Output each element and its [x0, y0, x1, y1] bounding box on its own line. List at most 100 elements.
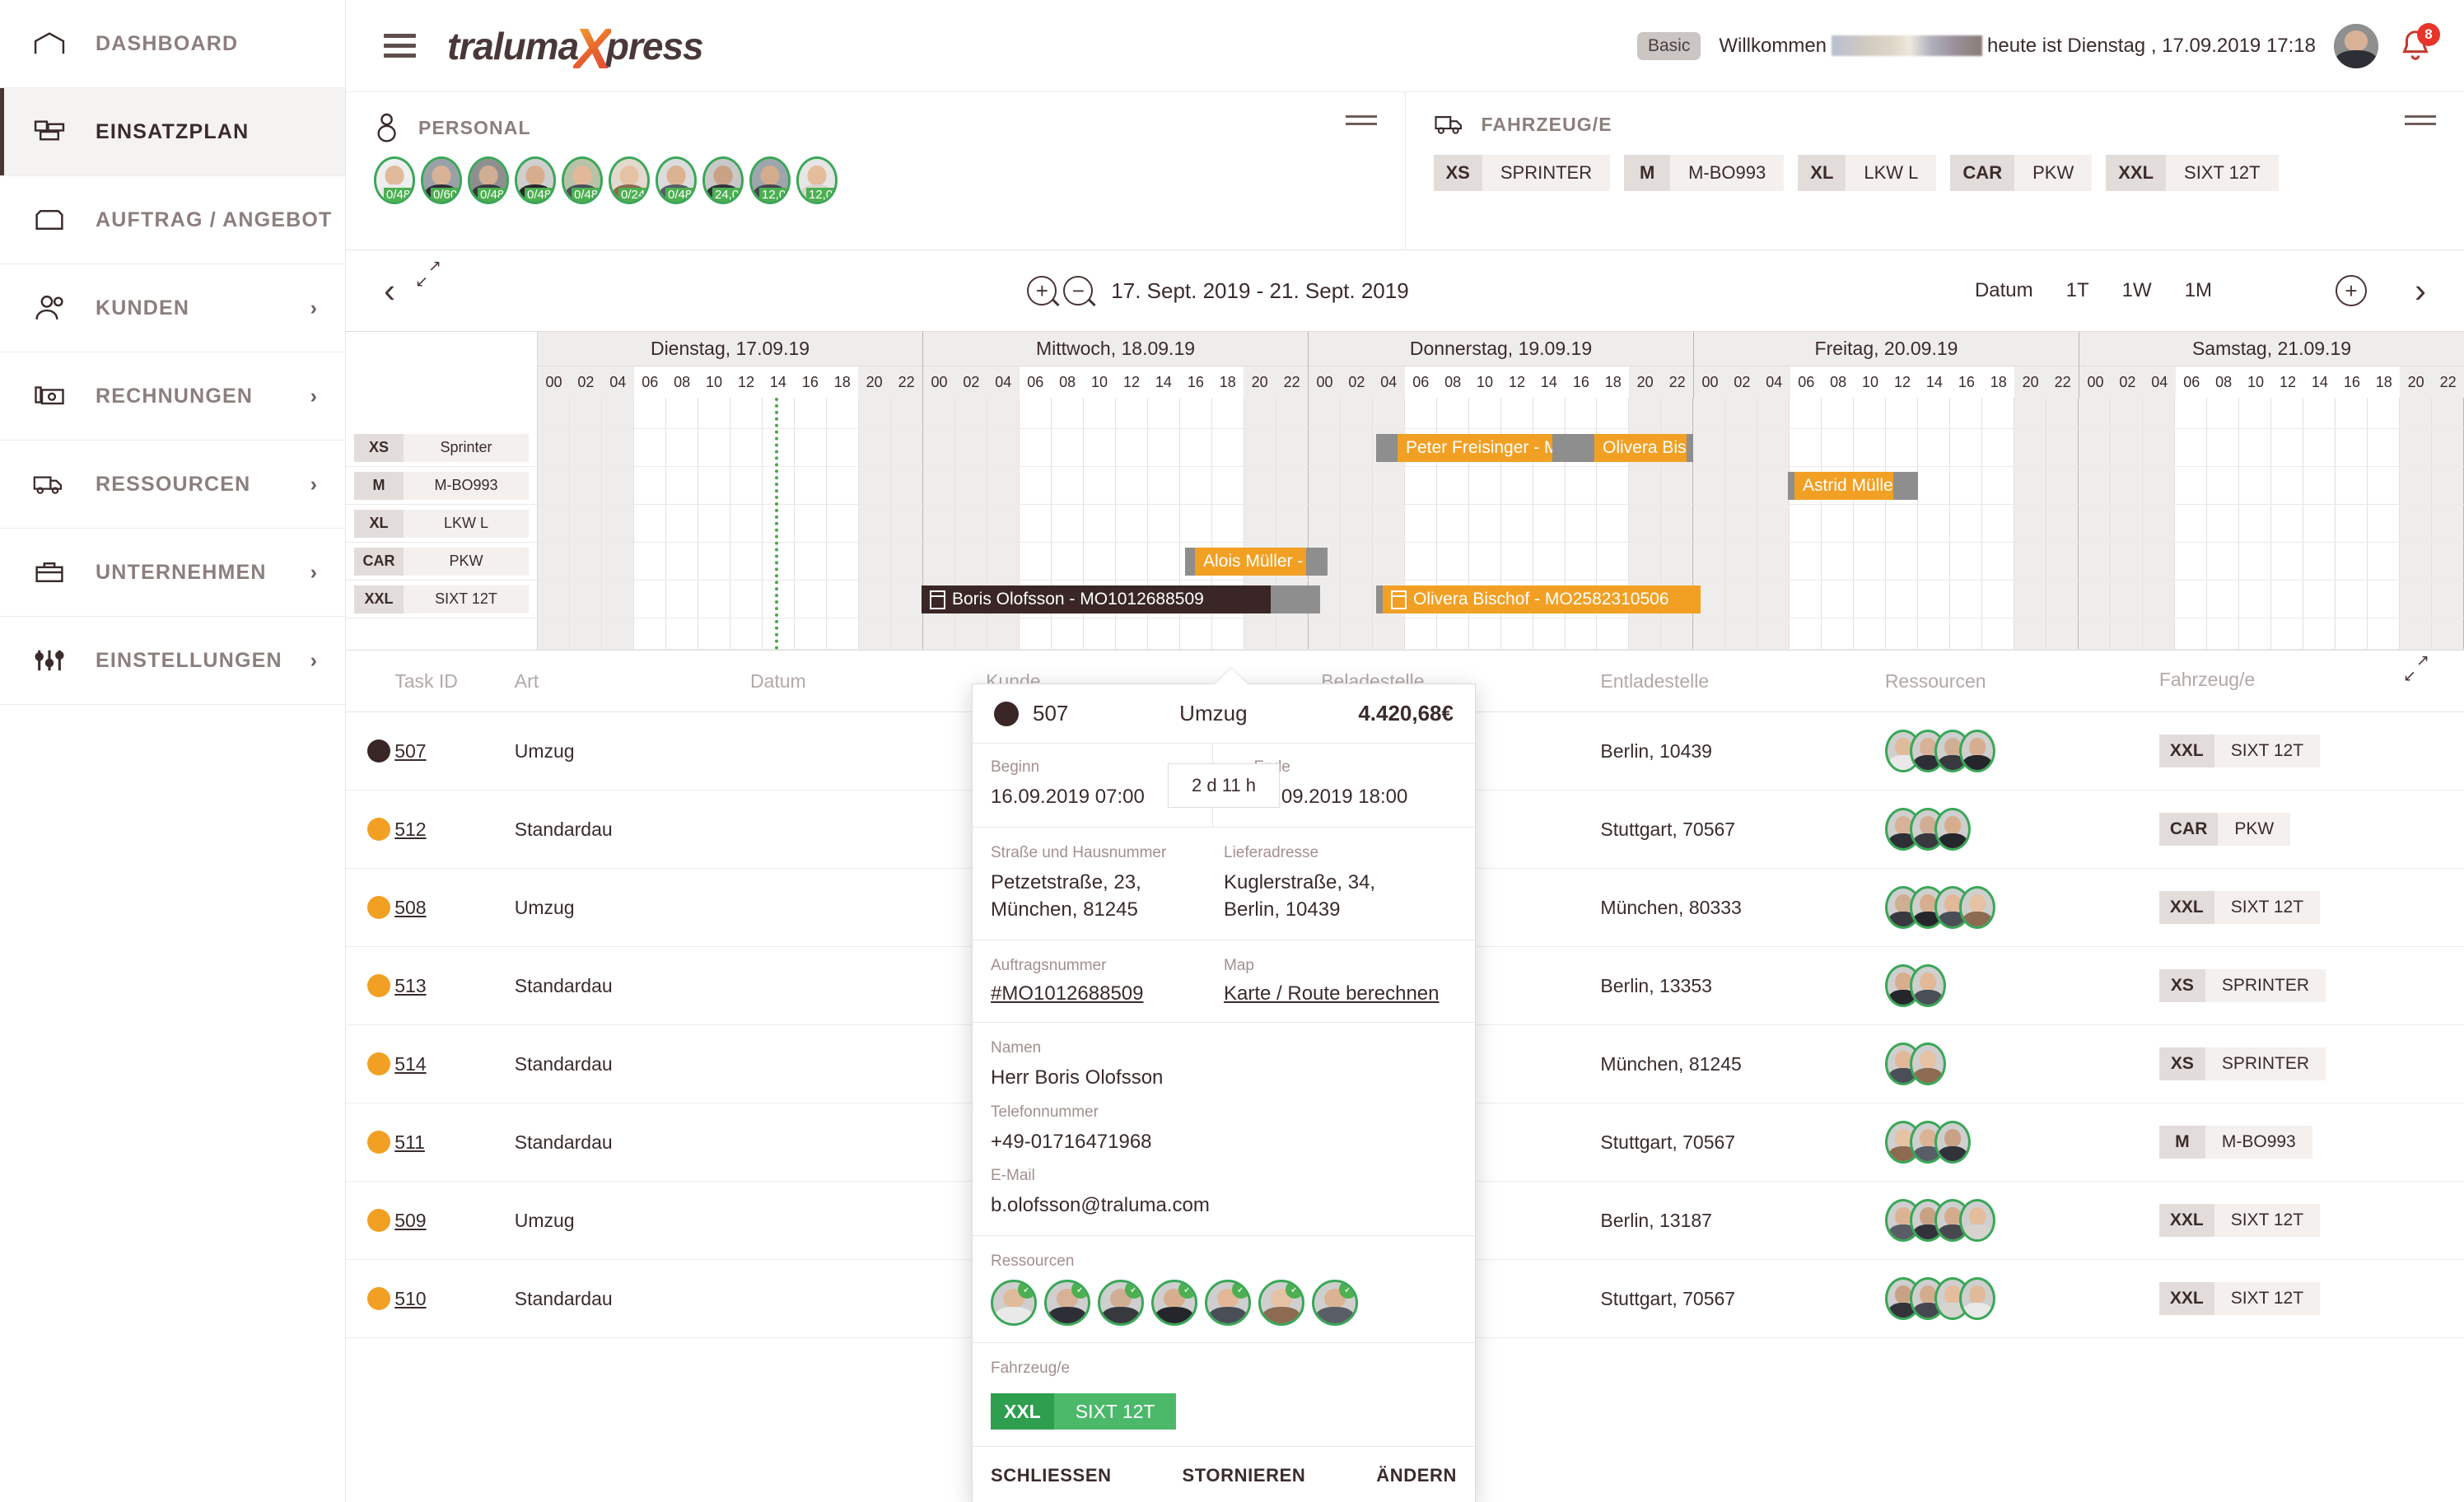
popup-resource-avatar[interactable]: ✓ — [1098, 1280, 1144, 1327]
app-logo[interactable]: traluma Xpress — [447, 20, 704, 77]
task-id-link[interactable]: 508 — [394, 897, 426, 918]
row-fahrzeug-tag[interactable]: XXL SIXT 12T — [2158, 891, 2321, 924]
personal-avatar[interactable]: 12,0/48 — [796, 156, 838, 204]
prev-period-button[interactable]: ‹ — [369, 273, 410, 308]
task-id-link[interactable]: 512 — [394, 819, 426, 840]
user-avatar[interactable] — [2334, 23, 2378, 68]
vehicle-panel-menu-icon[interactable] — [2405, 115, 2436, 125]
row-fahrzeug-tag[interactable]: XXL SIXT 12T — [2158, 1282, 2321, 1315]
popup-resource-avatar[interactable]: ✓ — [1151, 1280, 1197, 1327]
row-fahrzeug-tag[interactable]: CAR PKW — [2158, 813, 2291, 846]
timeline-resource-label[interactable]: XS Sprinter — [346, 429, 537, 467]
popup-resource-avatar[interactable]: ✓ — [1312, 1280, 1358, 1327]
timeline-event[interactable]: Olivera Bischof - MO2582310506 — [1376, 585, 1701, 613]
popup-resource-avatar[interactable]: ✓ — [1258, 1280, 1304, 1327]
task-id-link[interactable]: 511 — [394, 1131, 425, 1153]
row-ressourcen-cell[interactable] — [1884, 1024, 2159, 1103]
timeline-event[interactable]: Alois Müller - MO6413 — [1185, 548, 1328, 576]
personal-avatar[interactable]: 12,0/48 — [749, 156, 791, 204]
timeline-cell — [1693, 543, 1726, 580]
sidebar-item-unternehmen[interactable]: UNTERNEHMEN › — [0, 529, 345, 617]
expand-timeline-icon[interactable]: ↙ ↗ — [415, 259, 461, 307]
timeline-cell — [2239, 543, 2272, 580]
box-icon — [28, 207, 71, 233]
row-ressourcen-cell[interactable] — [1884, 1103, 2159, 1182]
sidebar-item-ressourcen[interactable]: RESSOURCEN › — [0, 441, 345, 529]
row-fahrzeug-tag[interactable]: XXL SIXT 12T — [2158, 735, 2321, 767]
zoom-out-button[interactable]: − — [1063, 276, 1094, 306]
timeline-event[interactable]: Astrid Müller - MO — [1788, 472, 1918, 500]
vehicle-tag[interactable]: CAR PKW — [1950, 155, 2093, 191]
table-expand-icon[interactable]: ↙ ↗ — [2403, 653, 2449, 693]
popup-cancel-button[interactable]: STORNIEREN — [1183, 1465, 1306, 1486]
row-ressourcen-cell[interactable] — [1884, 946, 2159, 1025]
task-id-link[interactable]: 507 — [394, 740, 426, 762]
personal-avatar[interactable]: 24,0/60 — [702, 156, 744, 204]
row-ressourcen-cell[interactable] — [1884, 1259, 2159, 1338]
sidebar-item-dashboard[interactable]: DASHBOARD — [0, 0, 345, 88]
next-period-button[interactable]: › — [2400, 273, 2441, 308]
sidebar-item-kunden[interactable]: KUNDEN › — [0, 264, 345, 352]
vehicle-tag[interactable]: XS SPRINTER — [1433, 155, 1611, 191]
personal-avatar[interactable]: 0/48 — [515, 156, 556, 204]
popup-resource-avatar[interactable]: ✓ — [991, 1280, 1037, 1327]
column-entladestelle[interactable]: Entladestelle — [1600, 651, 1885, 712]
vehicle-tag[interactable]: M M-BO993 — [1624, 155, 1785, 191]
timeline-resource-label[interactable]: CAR PKW — [346, 543, 537, 581]
task-id-link[interactable]: 510 — [394, 1288, 426, 1309]
task-id-link[interactable]: 514 — [394, 1053, 426, 1075]
popup-resource-avatar[interactable]: ✓ — [1044, 1280, 1090, 1327]
sidebar-item-rechnungen[interactable]: RECHNUNGEN › — [0, 352, 345, 441]
personal-avatar[interactable]: 0/24 — [609, 156, 650, 204]
personal-avatar[interactable]: 0/48 — [656, 156, 697, 204]
personal-avatar[interactable]: 0/60 — [421, 156, 462, 204]
timeline-event[interactable]: Peter Freisinger - MO — [1376, 434, 1587, 462]
personal-avatar[interactable]: 0/48 — [562, 156, 603, 204]
personal-avatar[interactable]: 0/48 — [468, 156, 509, 204]
notifications-button[interactable]: 8 — [2396, 22, 2440, 65]
vehicle-tag[interactable]: XXL SIXT 12T — [2106, 155, 2279, 191]
row-fahrzeug-tag[interactable]: M M-BO993 — [2158, 1126, 2312, 1159]
timeline-resource-label[interactable]: M M-BO993 — [346, 467, 537, 505]
add-task-button[interactable]: + — [2336, 275, 2367, 306]
popup-fahrzeug-size: XXL — [991, 1393, 1054, 1430]
timeline-event[interactable]: Boris Olofsson - MO1012688509 — [922, 585, 1320, 613]
row-ressourcen-cell[interactable] — [1884, 868, 2159, 947]
zoom-in-button[interactable]: + — [1027, 276, 1057, 306]
sidebar-item-einsatzplan[interactable]: EINSATZPLAN — [0, 88, 345, 176]
popup-fahrzeug-tag[interactable]: XXL SIXT 12T — [991, 1393, 1177, 1430]
timeline-event[interactable]: Olivera Bischof - M — [1573, 434, 1693, 462]
task-id-link[interactable]: 509 — [394, 1210, 426, 1231]
sidebar-item-auftrag-angebot[interactable]: AUFTRAG / ANGEBOT› — [0, 176, 364, 264]
row-ressourcen-cell[interactable] — [1884, 711, 2159, 791]
timeline-cell — [1436, 618, 1469, 649]
column-fahrzeuge: Fahrzeug/e ↙ ↗ — [2158, 651, 2464, 712]
timeline-resource-label[interactable]: XXL SIXT 12T — [346, 581, 537, 618]
popup-auftrag-link[interactable]: #MO1012688509 — [991, 982, 1224, 1005]
task-id-link[interactable]: 513 — [394, 975, 426, 996]
view-button-1t[interactable]: 1T — [2066, 279, 2089, 302]
view-button-1m[interactable]: 1M — [2185, 279, 2212, 302]
popup-resource-avatar[interactable]: ✓ — [1205, 1280, 1251, 1327]
column-task-id[interactable]: Task ID — [394, 651, 515, 712]
sidebar-item-einstellungen[interactable]: EINSTELLUNGEN › — [0, 617, 345, 705]
personal-panel-menu-icon[interactable] — [1345, 115, 1377, 125]
popup-map-link[interactable]: Karte / Route berechnen — [1224, 982, 1457, 1005]
popup-close-button[interactable]: SCHLIESSEN — [991, 1465, 1112, 1486]
row-fahrzeug-tag[interactable]: XS SPRINTER — [2158, 1047, 2326, 1080]
hamburger-menu-icon[interactable] — [384, 34, 416, 58]
column-ressourcen[interactable]: Ressourcen — [1884, 651, 2159, 712]
row-fahrzeug-tag[interactable]: XS SPRINTER — [2158, 969, 2326, 1002]
vehicle-tag[interactable]: XL LKW L — [1798, 155, 1937, 191]
column-datum[interactable]: Datum — [749, 651, 987, 712]
view-button-1w[interactable]: 1W — [2122, 279, 2152, 302]
timeline-cell — [922, 543, 955, 580]
timeline-resource-label[interactable]: XL LKW L — [346, 505, 537, 543]
row-fahrzeug-tag[interactable]: XXL SIXT 12T — [2158, 1204, 2321, 1237]
column-art[interactable]: Art — [514, 651, 750, 712]
view-button-datum[interactable]: Datum — [1975, 279, 2033, 302]
personal-avatar[interactable]: 0/48 — [374, 156, 415, 204]
popup-change-button[interactable]: ÄNDERN — [1376, 1465, 1457, 1486]
row-ressourcen-cell[interactable] — [1884, 790, 2159, 869]
row-ressourcen-cell[interactable] — [1884, 1181, 2159, 1260]
